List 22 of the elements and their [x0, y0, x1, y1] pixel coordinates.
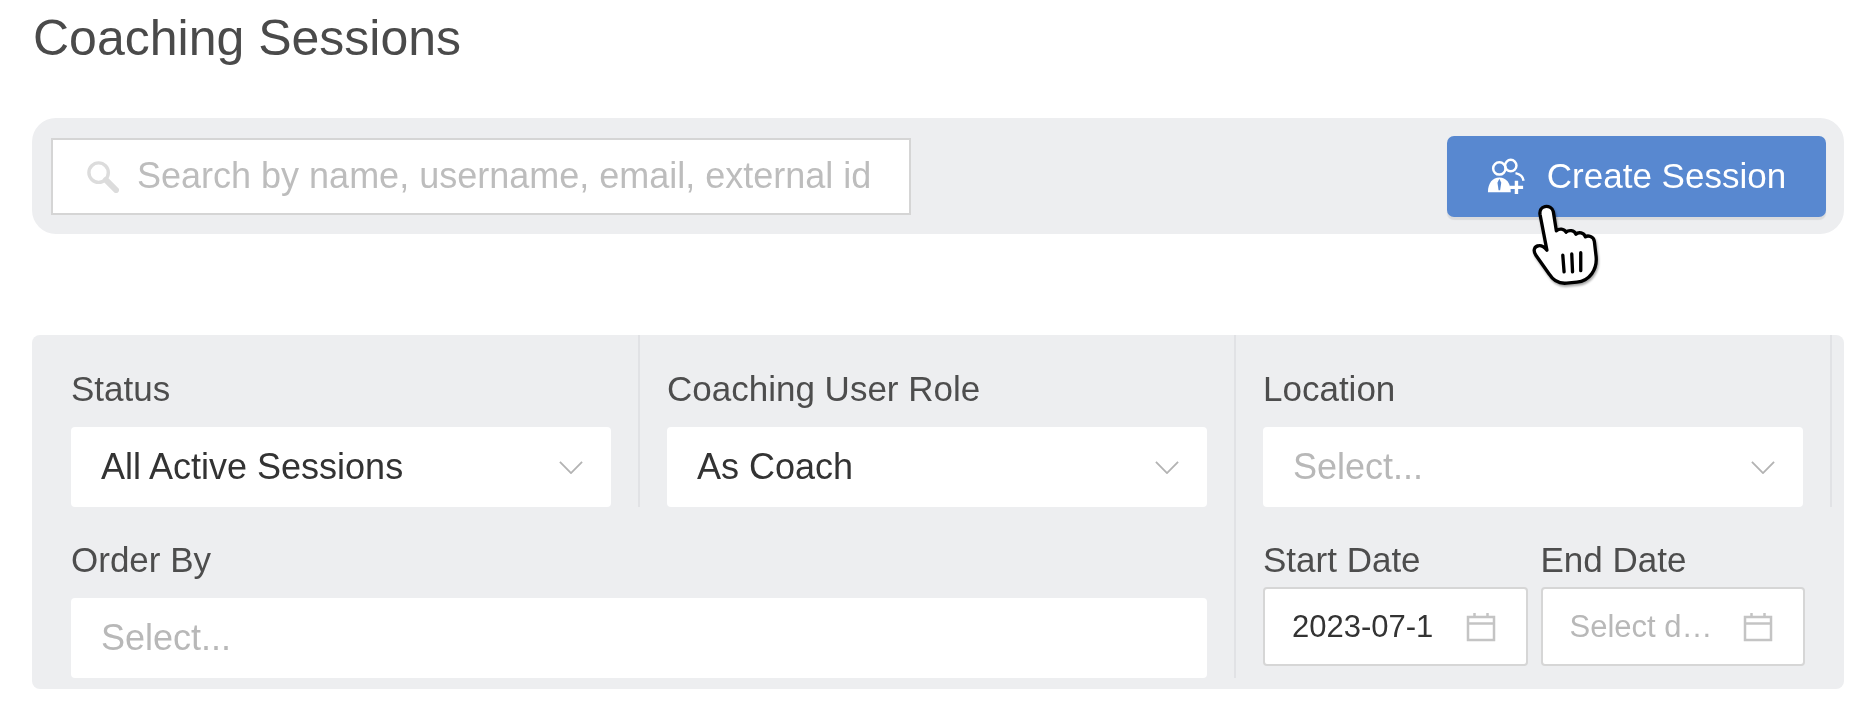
calendar-icon [1465, 611, 1496, 642]
chevron-down-icon [1751, 460, 1775, 474]
search-field[interactable]: Search by name, username, email, external id [51, 137, 911, 215]
select-field[interactable]: Select... [71, 598, 1207, 678]
people-plus-icon [1486, 157, 1525, 195]
date-field[interactable]: Select d… [1540, 587, 1805, 666]
select-dropdown[interactable]: As Coach [667, 427, 1207, 507]
chevron-down-icon [559, 460, 583, 474]
field-label: Start Date [1263, 539, 1422, 580]
create-session-button[interactable]: Create Session [1447, 135, 1826, 217]
field-label: End Date [1540, 539, 1688, 580]
field-label: Location [1263, 368, 1397, 409]
field-label: Coaching User Role [667, 368, 982, 409]
page-title: Coaching Sessions [33, 9, 463, 68]
date-field[interactable]: 2023-07-1 [1263, 587, 1528, 666]
field-label: Order By [71, 539, 213, 580]
select-dropdown[interactable]: All Active Sessions [71, 427, 611, 507]
select-dropdown[interactable]: Select... [1263, 427, 1803, 507]
search-icon [86, 159, 119, 193]
calendar-icon [1743, 611, 1773, 642]
field-label: Status [71, 368, 172, 409]
chevron-down-icon [1155, 460, 1179, 474]
